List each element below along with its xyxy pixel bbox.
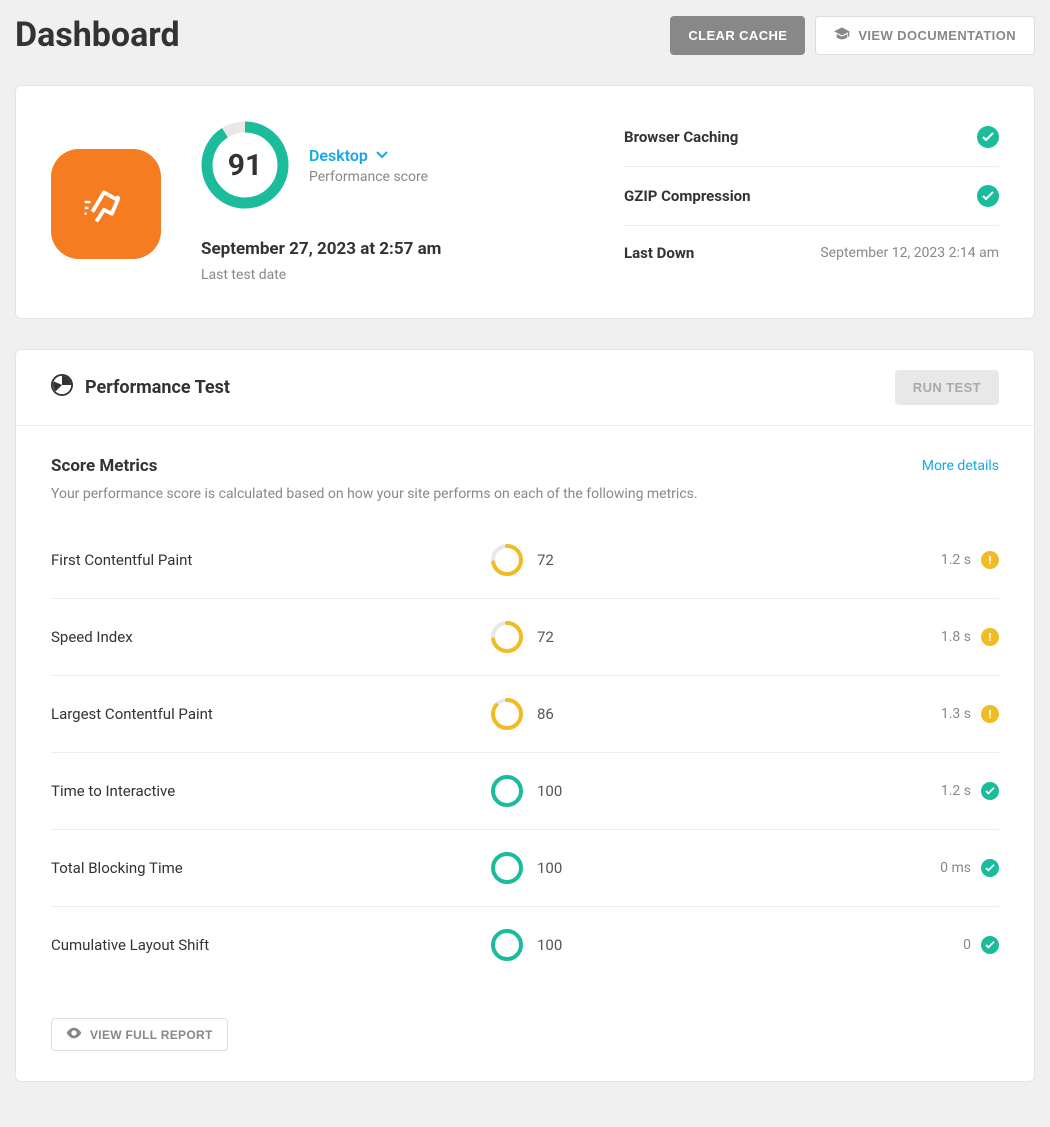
metric-row: Time to Interactive 100 1.2 s <box>51 753 999 830</box>
feature-browser-caching: Browser Caching <box>624 121 999 167</box>
feature-label: Browser Caching <box>624 128 738 146</box>
view-full-report-button[interactable]: VIEW FULL REPORT <box>51 1018 228 1051</box>
metric-score-value: 100 <box>537 782 562 800</box>
metric-value: 1.8 s! <box>611 628 999 646</box>
last-test-date-label: Last test date <box>201 267 584 283</box>
metric-score: 100 <box>491 852 611 884</box>
device-label: Desktop <box>309 146 368 165</box>
metric-score: 100 <box>491 929 611 961</box>
metric-row: Total Blocking Time 100 0 ms <box>51 830 999 907</box>
check-icon <box>981 782 999 800</box>
last-down-value: September 12, 2023 2:14 am <box>820 245 999 261</box>
warning-icon: ! <box>981 628 999 646</box>
metric-score: 72 <box>491 544 611 576</box>
metric-gauge <box>491 852 523 884</box>
metric-value: 1.3 s! <box>611 705 999 723</box>
performance-score-gauge: 91 <box>201 121 289 209</box>
summary-card: 91 Desktop Performance score September 2… <box>15 85 1035 319</box>
metric-time-value: 0 <box>963 937 971 953</box>
eye-icon <box>66 1027 82 1042</box>
feature-status-list: Browser Caching GZIP Compression Last Do… <box>624 121 999 283</box>
last-down-label: Last Down <box>624 244 694 262</box>
metric-score: 100 <box>491 775 611 807</box>
check-icon <box>981 936 999 954</box>
metric-score-value: 100 <box>537 859 562 877</box>
metric-gauge <box>491 621 523 653</box>
metric-rows-container: First Contentful Paint721.2 s!Speed Inde… <box>51 522 999 983</box>
check-icon <box>977 185 999 207</box>
metric-name: Speed Index <box>51 628 491 646</box>
grad-cap-icon <box>834 27 850 44</box>
run-test-label: RUN TEST <box>913 380 981 395</box>
metric-time-value: 0 ms <box>940 860 971 876</box>
score-metrics-subtitle: Your performance score is calculated bas… <box>51 486 999 502</box>
performance-score-label: Performance score <box>309 169 428 185</box>
metric-name: Time to Interactive <box>51 782 491 800</box>
last-test-date: September 27, 2023 at 2:57 am <box>201 239 584 259</box>
metric-row: Cumulative Layout Shift 100 0 <box>51 907 999 983</box>
metric-score: 72 <box>491 621 611 653</box>
performance-icon <box>51 374 73 401</box>
metric-score-value: 72 <box>537 628 554 646</box>
warning-icon: ! <box>981 551 999 569</box>
check-icon <box>977 126 999 148</box>
last-down-row: Last Down September 12, 2023 2:14 am <box>624 226 999 262</box>
view-documentation-button[interactable]: VIEW DOCUMENTATION <box>815 16 1035 55</box>
score-metrics-title: Score Metrics <box>51 456 158 476</box>
metric-value: 0 ms <box>611 859 999 877</box>
run-test-button[interactable]: RUN TEST <box>895 370 999 405</box>
metric-time-value: 1.2 s <box>941 552 971 568</box>
metric-score: 86 <box>491 698 611 730</box>
page-title: Dashboard <box>15 15 180 55</box>
performance-body: Score Metrics More details Your performa… <box>16 426 1034 998</box>
metric-time-value: 1.2 s <box>941 783 971 799</box>
metric-score-value: 86 <box>537 705 554 723</box>
header-actions: CLEAR CACHE VIEW DOCUMENTATION <box>670 16 1035 55</box>
performance-test-card: Performance Test RUN TEST Score Metrics … <box>15 349 1035 1082</box>
view-full-report-label: VIEW FULL REPORT <box>90 1028 213 1042</box>
device-selector[interactable]: Desktop <box>309 146 428 165</box>
metric-value: 0 <box>611 936 999 954</box>
feature-label: GZIP Compression <box>624 187 751 205</box>
page-header: Dashboard CLEAR CACHE VIEW DOCUMENTATION <box>15 15 1035 55</box>
score-area: 91 Desktop Performance score September 2… <box>201 121 584 283</box>
metric-value: 1.2 s! <box>611 551 999 569</box>
metric-name: Total Blocking Time <box>51 859 491 877</box>
metric-row: First Contentful Paint 72 1.2 s! <box>51 522 999 599</box>
performance-test-title: Performance Test <box>85 377 230 398</box>
metric-time-value: 1.3 s <box>941 706 971 722</box>
performance-footer: VIEW FULL REPORT <box>16 998 1034 1081</box>
metric-gauge <box>491 929 523 961</box>
check-icon <box>981 859 999 877</box>
performance-test-header: Performance Test RUN TEST <box>16 350 1034 426</box>
metric-name: First Contentful Paint <box>51 551 491 569</box>
metric-gauge <box>491 775 523 807</box>
view-docs-label: VIEW DOCUMENTATION <box>858 28 1016 43</box>
feature-gzip: GZIP Compression <box>624 167 999 226</box>
metric-gauge <box>491 544 523 576</box>
metric-gauge <box>491 698 523 730</box>
metric-score-value: 72 <box>537 551 554 569</box>
metric-value: 1.2 s <box>611 782 999 800</box>
chevron-down-icon <box>376 146 388 165</box>
clear-cache-label: CLEAR CACHE <box>688 28 787 43</box>
clear-cache-button[interactable]: CLEAR CACHE <box>670 16 805 55</box>
metric-name: Largest Contentful Paint <box>51 705 491 723</box>
more-details-link[interactable]: More details <box>922 458 999 474</box>
metric-time-value: 1.8 s <box>941 629 971 645</box>
metric-row: Speed Index 72 1.8 s! <box>51 599 999 676</box>
warning-icon: ! <box>981 705 999 723</box>
metric-row: Largest Contentful Paint 86 1.3 s! <box>51 676 999 753</box>
metric-name: Cumulative Layout Shift <box>51 936 491 954</box>
app-logo <box>51 149 161 259</box>
metric-score-value: 100 <box>537 936 562 954</box>
